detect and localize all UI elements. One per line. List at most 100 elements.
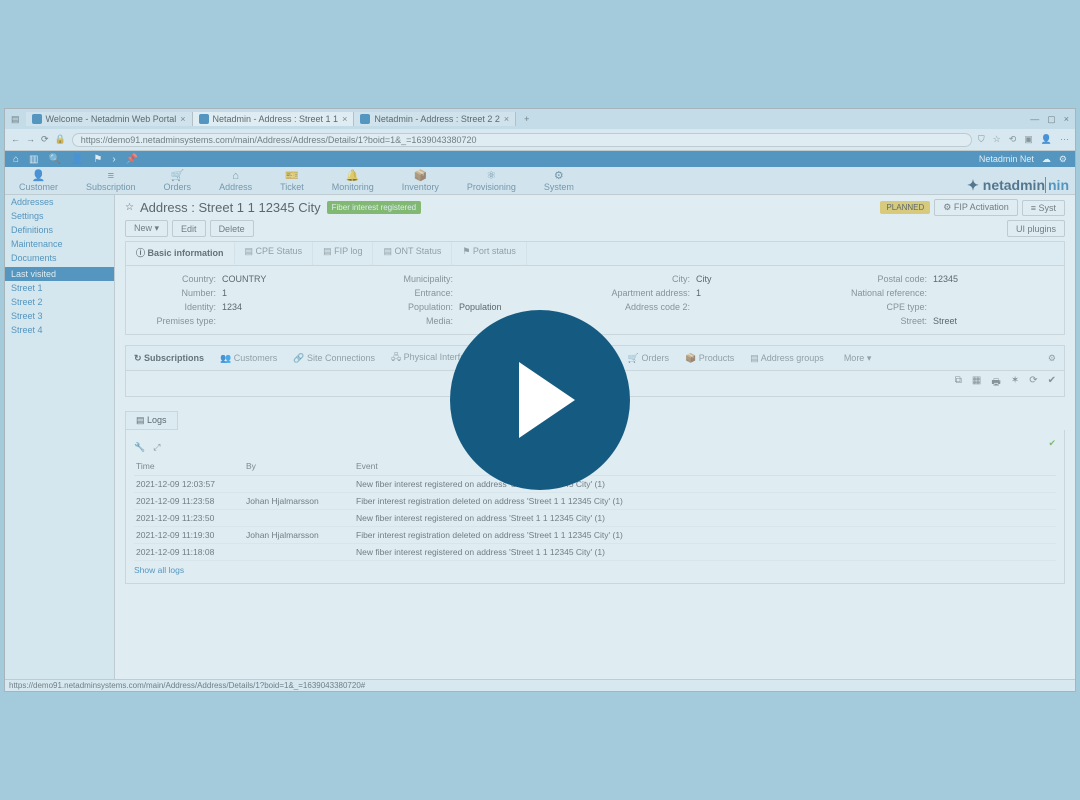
print-icon[interactable]: 🖶 bbox=[991, 375, 1000, 392]
subtab-products[interactable]: 📦 Products bbox=[677, 349, 742, 368]
menu-customer[interactable]: 👤Customer bbox=[5, 169, 72, 194]
ext-icon[interactable]: ▣ bbox=[1024, 134, 1033, 145]
star-icon[interactable]: ☆ bbox=[125, 202, 134, 213]
copy-icon[interactable]: ⧉ bbox=[955, 375, 962, 392]
menu-icon[interactable]: ⋯ bbox=[1060, 134, 1069, 145]
check-icon[interactable]: ✔ bbox=[1048, 375, 1056, 392]
wrench-icon[interactable]: 🔧 bbox=[134, 442, 145, 453]
gear-icon[interactable]: ⚙ bbox=[1040, 349, 1064, 368]
cloud-icon[interactable]: ☁ bbox=[1042, 154, 1051, 165]
show-all-logs-link[interactable]: Show all logs bbox=[134, 561, 184, 575]
chevron-icon[interactable]: › bbox=[112, 154, 115, 165]
status-badge: Fiber interest registered bbox=[327, 201, 421, 214]
fip-activation-button[interactable]: ⚙ FIP Activation bbox=[934, 199, 1017, 216]
menu-inventory[interactable]: 📦Inventory bbox=[388, 169, 453, 194]
lock-icon: 🔒 bbox=[55, 134, 66, 145]
new-tab-icon[interactable]: + bbox=[516, 114, 537, 124]
sidebar: Addresses Settings Definitions Maintenan… bbox=[5, 195, 115, 691]
tab-basic-information[interactable]: ⓘ Basic information bbox=[126, 242, 235, 265]
browser-tab[interactable]: Welcome - Netadmin Web Portal × bbox=[26, 112, 193, 126]
flag-icon[interactable]: ⚑ bbox=[93, 154, 102, 165]
subtab-customers[interactable]: 👥 Customers bbox=[212, 349, 285, 368]
browser-tab[interactable]: Netadmin - Address : Street 2 2 × bbox=[354, 112, 516, 126]
new-button[interactable]: New ▾ bbox=[125, 220, 168, 237]
menu-address[interactable]: ⌂Address bbox=[205, 170, 266, 194]
syst-button[interactable]: ≡ Syst bbox=[1022, 200, 1065, 216]
star-icon[interactable]: ☆ bbox=[993, 134, 1001, 145]
play-button[interactable] bbox=[450, 310, 630, 490]
reload-icon[interactable]: ⟳ bbox=[41, 134, 49, 145]
orders-icon: 🛒 bbox=[164, 169, 192, 182]
chart-icon[interactable]: ▥ bbox=[29, 154, 38, 165]
shield-icon[interactable]: ⛉ bbox=[978, 134, 985, 145]
close-icon[interactable]: × bbox=[504, 114, 509, 124]
url-input[interactable]: https://demo91.netadminsystems.com/main/… bbox=[72, 133, 972, 147]
tab-cpe-status[interactable]: ▤ CPE Status bbox=[235, 242, 314, 265]
sidebar-item-street[interactable]: Street 3 bbox=[5, 309, 114, 323]
sidebar-item-street[interactable]: Street 1 bbox=[5, 281, 114, 295]
menu-provisioning[interactable]: ⚛Provisioning bbox=[453, 169, 530, 194]
pin-icon[interactable]: 📌 bbox=[126, 154, 138, 165]
table-row[interactable]: 2021-12-09 11:19:30Johan HjalmarssonFibe… bbox=[134, 527, 1056, 544]
sidebar-last-visited-header: Last visited bbox=[5, 267, 114, 281]
subscription-icon: ≡ bbox=[86, 170, 136, 182]
more-button[interactable]: More ▾ bbox=[836, 349, 880, 368]
status-bar: https://demo91.netadminsystems.com/main/… bbox=[5, 679, 1075, 691]
close-icon[interactable]: × bbox=[180, 114, 185, 124]
subtab-orders[interactable]: 🛒 Orders bbox=[620, 349, 677, 368]
detail-tabs: ⓘ Basic information ▤ CPE Status ▤ FIP l… bbox=[125, 241, 1065, 265]
table-row[interactable]: 2021-12-09 11:23:58Johan HjalmarssonFibe… bbox=[134, 493, 1056, 510]
expand-icon[interactable]: ⤢ bbox=[153, 442, 160, 453]
browser-tab[interactable]: Netadmin - Address : Street 1 1 × bbox=[193, 112, 355, 126]
info-panel: Country:COUNTRY Municipality: City:City … bbox=[125, 265, 1065, 335]
menu-orders[interactable]: 🛒Orders bbox=[150, 169, 206, 194]
tab-fip-log[interactable]: ▤ FIP log bbox=[313, 242, 373, 265]
close-icon[interactable]: × bbox=[342, 114, 347, 124]
sidebar-item-documents[interactable]: Documents bbox=[5, 251, 114, 265]
customer-icon: 👤 bbox=[19, 169, 58, 182]
sync-icon[interactable]: ⟲ bbox=[1009, 134, 1017, 145]
user-icon[interactable]: 👤 bbox=[71, 154, 83, 165]
tab-ont-status[interactable]: ▤ ONT Status bbox=[373, 242, 452, 265]
grid-icon[interactable]: ▦ bbox=[972, 375, 981, 392]
sidebar-item-settings[interactable]: Settings bbox=[5, 209, 114, 223]
gear-icon[interactable]: ⚙ bbox=[1059, 154, 1067, 165]
subtab-address-groups[interactable]: ▤ Address groups bbox=[742, 349, 832, 368]
sidebar-item-addresses[interactable]: Addresses bbox=[5, 195, 114, 209]
close-window-icon[interactable]: × bbox=[1064, 114, 1069, 125]
tab-port-status[interactable]: ⚑ Port status bbox=[452, 242, 527, 265]
sidebar-item-street[interactable]: Street 2 bbox=[5, 295, 114, 309]
shuffle-icon[interactable]: ✶ bbox=[1011, 375, 1019, 392]
window-menu-icon[interactable]: ▤ bbox=[5, 114, 26, 125]
ui-plugins-button[interactable]: UI plugins bbox=[1007, 220, 1065, 237]
check-icon[interactable]: ✔ bbox=[1048, 438, 1056, 449]
table-row[interactable]: 2021-12-09 11:23:50New fiber interest re… bbox=[134, 510, 1056, 527]
minimize-icon[interactable]: — bbox=[1030, 114, 1039, 125]
tab-label: Welcome - Netadmin Web Portal bbox=[46, 114, 177, 124]
subtab-subscriptions[interactable]: ↻ Subscriptions bbox=[126, 349, 212, 368]
tab-logs[interactable]: ▤ Logs bbox=[125, 411, 178, 430]
table-row[interactable]: 2021-12-09 12:03:57New fiber interest re… bbox=[134, 476, 1056, 493]
back-icon[interactable]: ← bbox=[11, 134, 20, 145]
sidebar-item-maintenance[interactable]: Maintenance bbox=[5, 237, 114, 251]
planned-badge: PLANNED bbox=[880, 201, 930, 214]
subtab-site-connections[interactable]: 🔗 Site Connections bbox=[285, 349, 383, 368]
sidebar-item-street[interactable]: Street 4 bbox=[5, 323, 114, 337]
main-menu: 👤Customer ≡Subscription 🛒Orders ⌂Address… bbox=[5, 167, 1075, 195]
tab-label: Netadmin - Address : Street 2 2 bbox=[374, 114, 500, 124]
menu-system[interactable]: ⚙System bbox=[530, 169, 588, 194]
delete-button[interactable]: Delete bbox=[210, 220, 254, 237]
favicon-icon bbox=[199, 114, 209, 124]
search-icon[interactable]: 🔍 bbox=[49, 154, 61, 165]
table-row[interactable]: 2021-12-09 11:18:08New fiber interest re… bbox=[134, 544, 1056, 561]
sidebar-item-definitions[interactable]: Definitions bbox=[5, 223, 114, 237]
edit-button[interactable]: Edit bbox=[172, 220, 206, 237]
maximize-icon[interactable]: ▢ bbox=[1047, 114, 1056, 125]
menu-monitoring[interactable]: 🔔Monitoring bbox=[318, 169, 388, 194]
menu-ticket[interactable]: 🎫Ticket bbox=[266, 169, 318, 194]
avatar-icon[interactable]: 👤 bbox=[1041, 134, 1052, 145]
menu-subscription[interactable]: ≡Subscription bbox=[72, 170, 150, 194]
forward-icon[interactable]: → bbox=[26, 134, 35, 145]
refresh-icon[interactable]: ⟳ bbox=[1029, 375, 1037, 392]
home-icon[interactable]: ⌂ bbox=[13, 154, 19, 165]
